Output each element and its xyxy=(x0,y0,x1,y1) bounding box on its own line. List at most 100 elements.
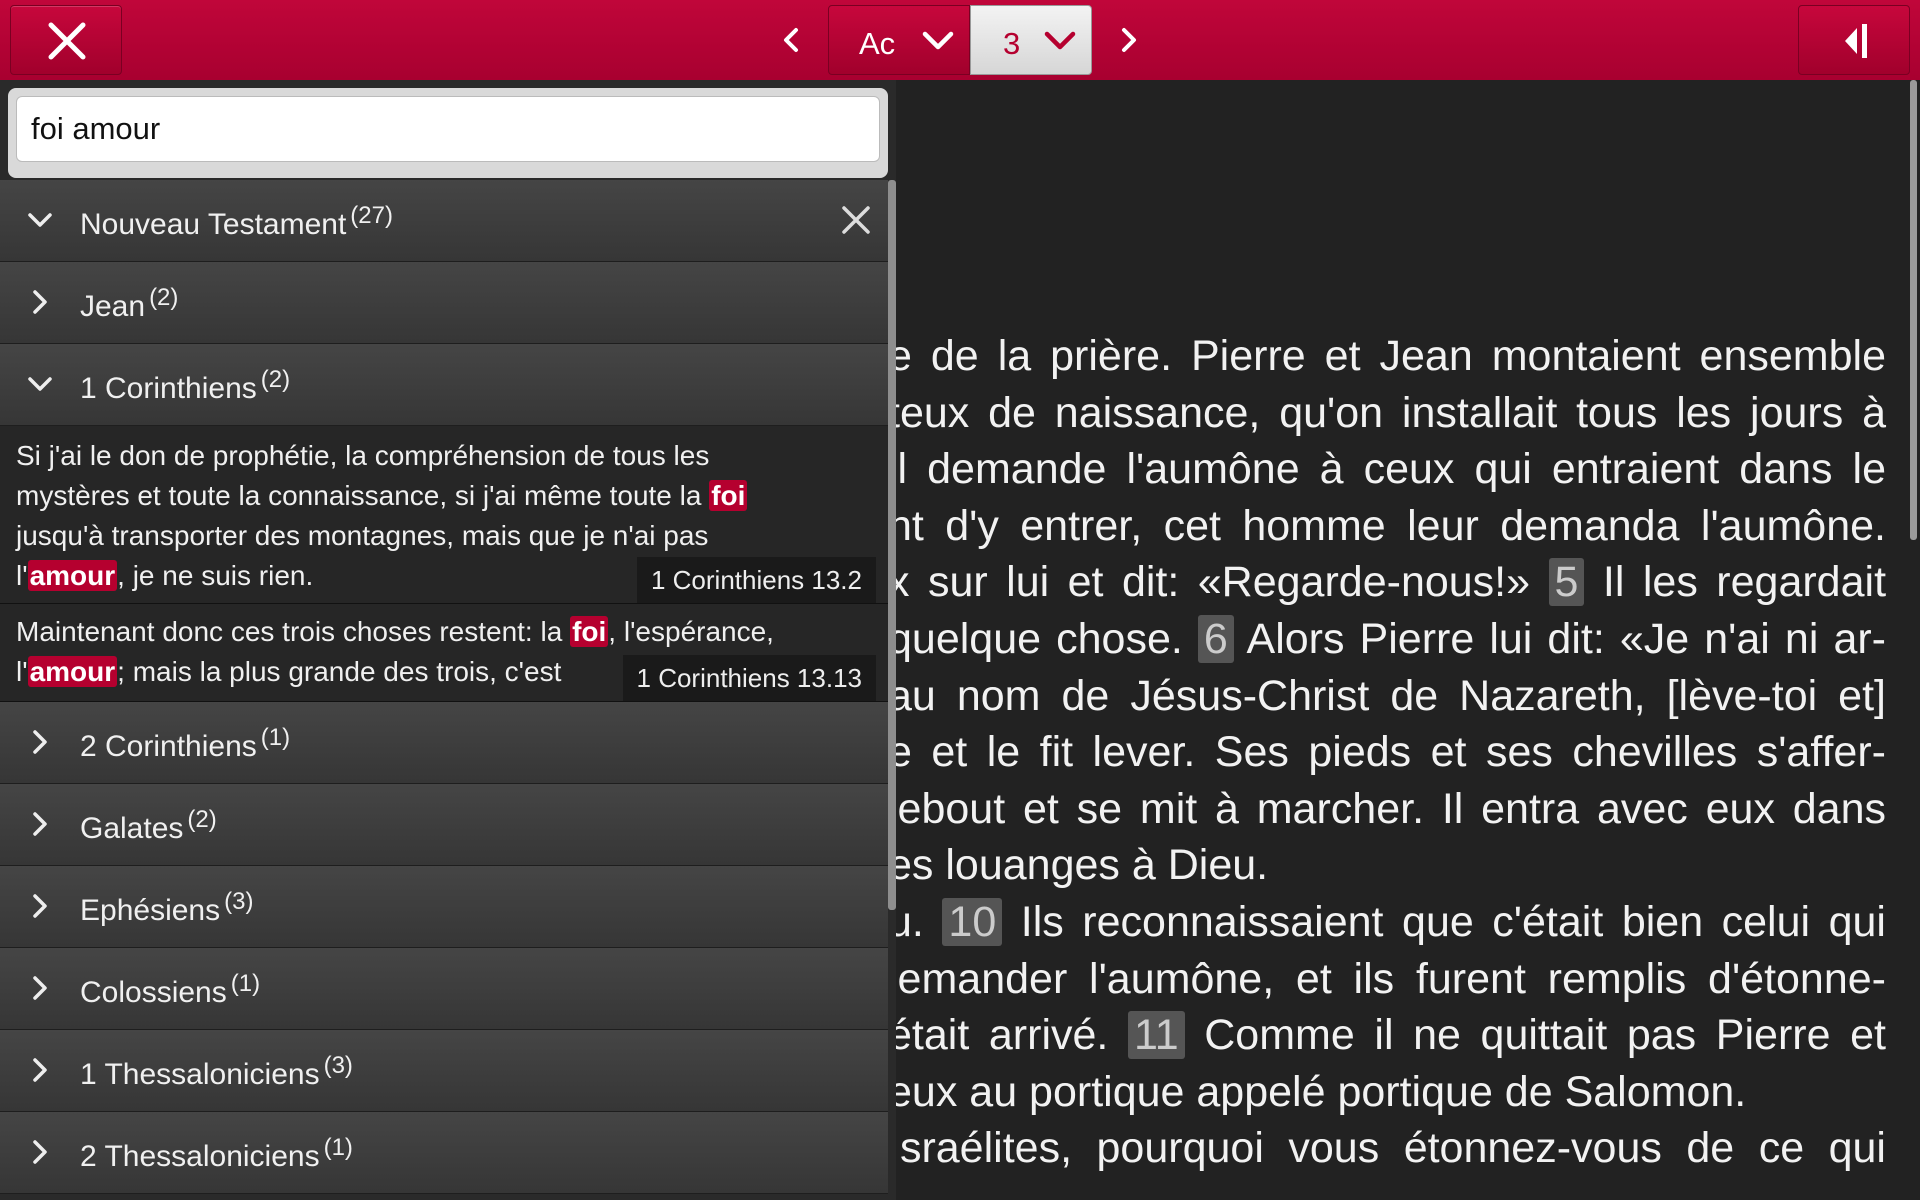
search-results: Nouveau Testament (27) Jean (2) 1 Corinthi… xyxy=(0,180,888,1194)
text-line: x sur lui et dit: «Regarde-nous!» 5 Il l… xyxy=(888,554,1886,611)
next-chapter-button[interactable] xyxy=(1108,20,1148,60)
chevron-down-icon xyxy=(28,377,52,391)
chevron-right-icon xyxy=(33,894,47,918)
text-segment: Comme il ne quittait pas Pierre et xyxy=(1204,1011,1886,1060)
book-label: Ephésiens (3) xyxy=(80,888,253,928)
book-count: (2) xyxy=(260,366,291,393)
toggle-panel-button[interactable] xyxy=(1798,5,1910,75)
verse-segment: l' xyxy=(16,560,28,591)
verse-line: Maintenant donc ces trois choses restent… xyxy=(16,612,872,652)
group-count: (27) xyxy=(350,202,393,229)
group-label: Nouveau Testament (27) xyxy=(80,202,393,242)
book-row-2-thessaloniciens[interactable]: 2 Thessaloniciens (1) xyxy=(0,1112,888,1194)
close-button[interactable] xyxy=(10,5,122,75)
text-line: quelque chose. 6 Alors Pierre lui dit: «… xyxy=(888,611,1886,668)
verse-number[interactable]: 6 xyxy=(1197,614,1234,663)
chevron-right-icon xyxy=(33,1140,47,1164)
verse-reference: 1 Corinthiens 13.2 xyxy=(636,557,876,603)
group-name: Nouveau Testament xyxy=(80,208,347,241)
search-highlight: amour xyxy=(27,560,118,591)
chapter-selector-label: 3 xyxy=(1003,26,1021,61)
book-name: 2 Thessaloniciens xyxy=(80,1140,320,1173)
book-count: (2) xyxy=(149,284,179,311)
text-line: u. 10 Ils reconnaissaient que c'était bi… xyxy=(888,894,1886,951)
chapter-selector[interactable]: 3 xyxy=(970,5,1092,75)
text-line: e et le fit lever. Ses pieds et ses chev… xyxy=(888,728,1886,777)
chevron-left-icon xyxy=(784,28,798,52)
book-name: Jean xyxy=(80,290,146,323)
chevron-down-icon xyxy=(922,31,954,50)
text-line: lebout et se mit à marcher. Il entra ave… xyxy=(888,784,1886,833)
text-line: il demande l'aumône à ceux qui entraient… xyxy=(888,445,1886,494)
close-icon xyxy=(48,22,86,60)
book-row-galates[interactable]: Galates (2) xyxy=(0,784,888,866)
collapse-panel-icon xyxy=(1845,24,1867,58)
book-selector[interactable]: Ac xyxy=(828,5,970,75)
results-scrollbar[interactable] xyxy=(888,180,896,910)
text-line: Israélites, pourquoi vous étonnez-vous d… xyxy=(888,1124,1886,1173)
book-row-2-corinthiens[interactable]: 2 Corinthiens (1) xyxy=(0,702,888,784)
top-toolbar: Ac 3 xyxy=(0,0,1920,80)
text-segment: était arrivé. xyxy=(888,1011,1109,1060)
close-icon[interactable] xyxy=(838,202,874,238)
verse-line: Si j'ai le don de prophétie, la compréhe… xyxy=(16,440,710,471)
book-name: 2 Corinthiens xyxy=(80,730,257,763)
book-row-1-corinthiens[interactable]: 1 Corinthiens (2) xyxy=(0,344,888,426)
text-line: teux de naissance, qu'on installait tous… xyxy=(888,388,1886,437)
text-line: était arrivé. 11 Comme il ne quittait pa… xyxy=(888,1007,1886,1064)
verse-line: jusqu'à transporter des montagnes, mais … xyxy=(16,520,709,551)
verse-number[interactable]: 5 xyxy=(1548,558,1585,607)
chevron-right-icon xyxy=(33,976,47,1000)
book-name: 1 Thessaloniciens xyxy=(80,1058,320,1091)
search-input[interactable] xyxy=(16,96,880,162)
verse-result[interactable]: Si j'ai le don de prophétie, la compréhe… xyxy=(0,426,888,604)
book-label: 1 Corinthiens (2) xyxy=(80,366,290,406)
text-segment: Alors Pierre lui dit: «Je n'ai ni ar- xyxy=(1246,614,1887,663)
chevron-right-icon xyxy=(33,1058,47,1082)
book-name: 1 Corinthiens xyxy=(80,372,257,405)
search-highlight: foi xyxy=(709,480,748,511)
verse-segment: , l'espérance, xyxy=(608,616,774,647)
book-row-ephesiens[interactable]: Ephésiens (3) xyxy=(0,866,888,948)
text-segment: Ils reconnaissaient que c'était bien cel… xyxy=(1020,897,1886,946)
search-highlight: amour xyxy=(27,656,118,687)
book-count: (1) xyxy=(230,970,261,997)
verse-segment: mystères et toute la connaissance, si j'… xyxy=(16,480,710,511)
book-name: Ephésiens xyxy=(80,894,221,927)
chevron-down-icon xyxy=(28,213,52,227)
text-segment: Il les regardait xyxy=(1602,558,1887,607)
book-count: (3) xyxy=(224,888,254,915)
verse-line: mystères et toute la connaissance, si j'… xyxy=(16,476,872,516)
verse-number[interactable]: 11 xyxy=(1127,1011,1185,1060)
chevron-right-icon xyxy=(33,290,47,314)
text-line: lemander l'aumône, et ils furent remplis… xyxy=(888,954,1886,1003)
search-panel: Nouveau Testament(27) Jean(2) 1 Corinthi… xyxy=(0,80,896,1200)
group-nouveau-testament[interactable]: Nouveau Testament (27) xyxy=(0,180,888,262)
verse-number[interactable]: 10 xyxy=(942,897,1003,946)
book-label: 2 Thessaloniciens (1) xyxy=(80,1134,353,1174)
text-segment: x sur lui et dit: «Regarde-nous!» xyxy=(888,558,1531,607)
verse-segment: , je ne suis rien. xyxy=(117,560,314,591)
book-row-jean[interactable]: Jean (2) xyxy=(0,262,888,344)
verse-segment: ; mais la plus grande des trois, c'est xyxy=(117,656,562,687)
text-line: au nom de Jésus-Christ de Nazareth, [lèv… xyxy=(888,671,1886,720)
book-count: (2) xyxy=(187,806,217,833)
reader-scrollbar[interactable] xyxy=(1910,80,1917,540)
chapter-text: e de la prière. Pierre et Jean montaient… xyxy=(888,328,1886,1177)
book-row-colossiens[interactable]: Colossiens (1) xyxy=(0,948,888,1030)
text-line: es louanges à Dieu. xyxy=(888,841,1269,890)
book-count: (1) xyxy=(323,1134,353,1161)
chevron-right-icon xyxy=(33,730,47,754)
previous-chapter-button[interactable] xyxy=(772,20,812,60)
search-highlight: foi xyxy=(570,616,609,647)
book-selector-label: Ac xyxy=(859,26,896,61)
book-row-1-thessaloniciens[interactable]: 1 Thessaloniciens (3) xyxy=(0,1030,888,1112)
verse-result[interactable]: Maintenant donc ces trois choses restent… xyxy=(0,604,888,702)
book-count: (1) xyxy=(260,724,291,751)
text-segment: quelque chose. xyxy=(888,614,1183,663)
verse-segment: Maintenant donc ces trois choses restent… xyxy=(16,616,571,647)
text-line: eux au portique appelé portique de Salom… xyxy=(888,1067,1747,1116)
search-box xyxy=(8,88,888,178)
book-label: Colossiens (1) xyxy=(80,970,260,1010)
book-name: Galates xyxy=(80,812,184,845)
